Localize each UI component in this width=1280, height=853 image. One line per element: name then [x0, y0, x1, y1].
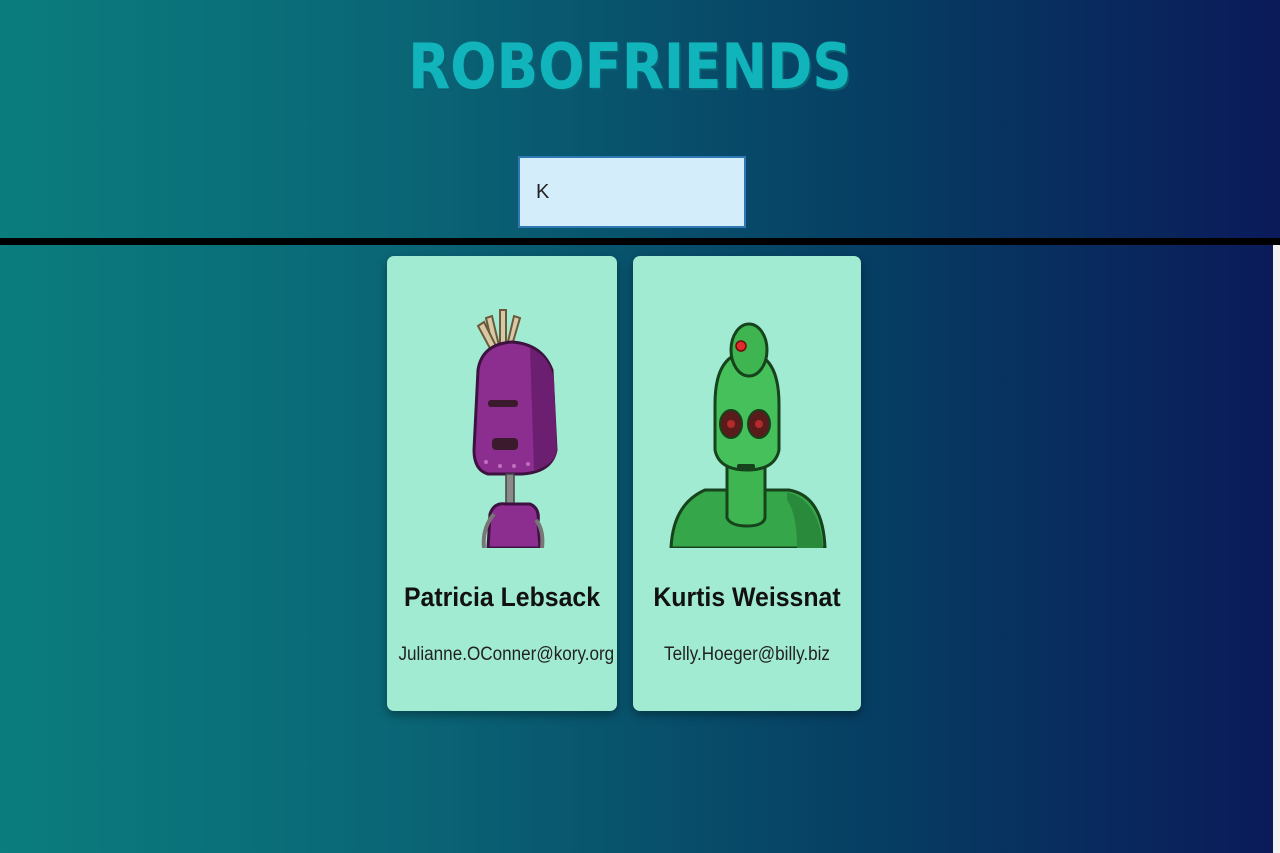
- scrollbar[interactable]: [1273, 245, 1280, 853]
- robot-name: Patricia Lebsack: [403, 582, 601, 612]
- robot-email: Julianne.OConner@kory.org: [398, 644, 615, 665]
- robot-name: Kurtis Weissnat: [653, 582, 841, 612]
- purple-robot-icon: [472, 309, 558, 548]
- robot-card[interactable]: Kurtis Weissnat Telly.Hoeger@billy.biz: [633, 256, 861, 711]
- search-input[interactable]: [518, 156, 746, 228]
- robot-email: Telly.Hoeger@billy.biz: [664, 644, 830, 665]
- app-title: ROBOFRIENDS: [408, 30, 852, 103]
- green-robot-icon: [669, 322, 827, 548]
- divider: [0, 238, 1280, 245]
- robot-card[interactable]: Patricia Lebsack Julianne.OConner@kory.o…: [387, 256, 617, 711]
- header: ROBOFRIENDS: [0, 0, 1280, 239]
- app-logo: ROBOFRIENDS: [408, 24, 851, 110]
